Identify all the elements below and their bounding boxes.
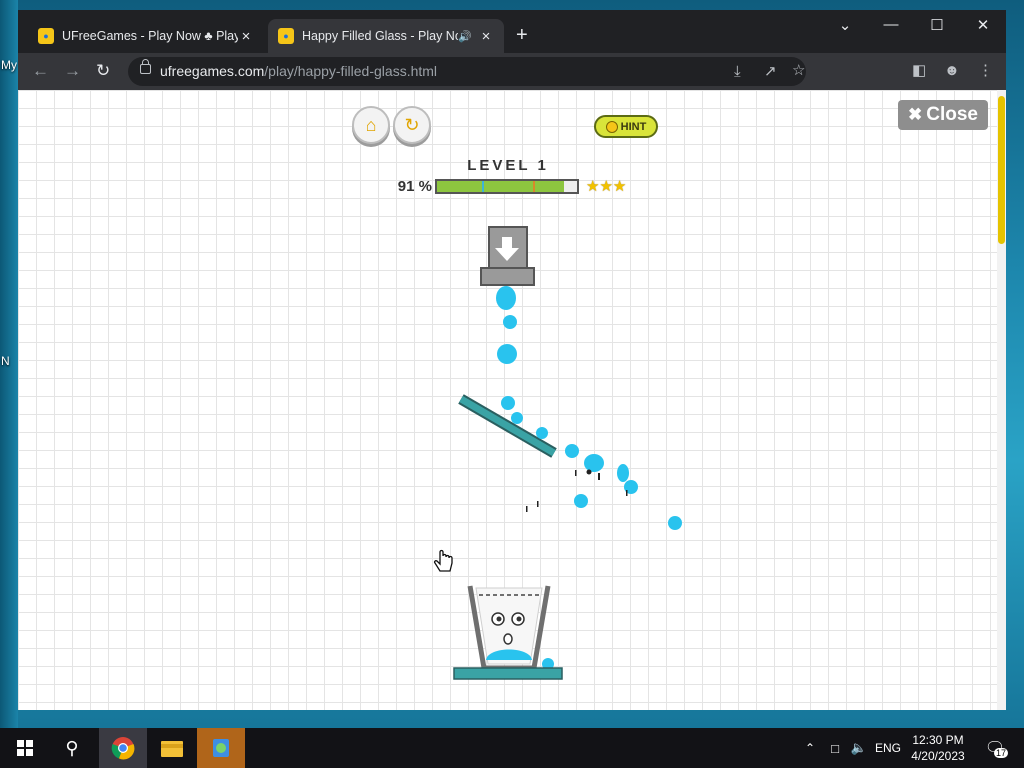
close-label: Close <box>926 104 978 125</box>
hand-cursor-icon <box>433 549 453 572</box>
app-taskbar-button[interactable] <box>197 728 245 768</box>
chrome-taskbar-button[interactable] <box>99 728 147 768</box>
language-indicator[interactable]: ENG <box>872 728 904 768</box>
new-tab-button[interactable]: + <box>516 25 528 45</box>
browser-toolbar: ← → ↻ ufreegames.com/play/happy-filled-g… <box>18 53 1006 90</box>
progress-percent: 91 % <box>397 178 432 195</box>
url-text: ufreegames.com/play/happy-filled-glass.h… <box>160 63 438 79</box>
install-app-icon[interactable]: ⤓ <box>734 63 741 81</box>
glass-platform <box>453 667 563 680</box>
folder-icon <box>161 741 183 757</box>
share-icon[interactable]: ↗ <box>764 63 777 81</box>
app-icon <box>213 739 229 757</box>
water-progress-bar <box>435 179 579 194</box>
file-explorer-button[interactable] <box>149 728 195 768</box>
page-scrollbar[interactable] <box>997 90 1006 710</box>
clock-date: 4/20/2023 <box>911 749 965 763</box>
home-icon: ⌂ <box>365 114 377 135</box>
tab-title: UFreeGames - Play Now ♣ Play <box>62 29 238 43</box>
game-canvas[interactable]: ⌂ ↻ HINT LEVEL 1 91 % ★★★ ✖ Close <box>18 90 1006 710</box>
close-icon: ✖ <box>908 105 923 124</box>
reload-icon[interactable]: ↻ <box>96 61 110 81</box>
close-game-button[interactable]: ✖ Close <box>898 100 988 130</box>
maximize-button[interactable]: ☐ <box>922 16 952 34</box>
notification-count: 17 <box>994 748 1009 758</box>
scrollbar-thumb[interactable] <box>998 96 1005 244</box>
tab-search-chevron-icon[interactable]: ⌄ <box>830 16 860 34</box>
desktop-icon-label: N <box>1 354 10 368</box>
water-progress-fill <box>437 181 565 192</box>
clock[interactable]: 12:30 PM 4/20/2023 <box>910 732 966 764</box>
tab-strip: ● UFreeGames - Play Now ♣ Play × ● Happy… <box>18 10 1006 53</box>
profile-icon[interactable]: ☻ <box>944 62 960 80</box>
back-arrow-icon[interactable]: ← <box>32 61 49 81</box>
bookmark-star-icon[interactable]: ☆ <box>792 62 805 80</box>
speaker-icon[interactable]: 🔊 <box>458 30 472 43</box>
star-rating: ★★★ <box>586 178 627 195</box>
forward-arrow-icon[interactable]: → <box>64 61 81 81</box>
star-threshold-marker <box>533 181 535 192</box>
notification-center-button[interactable]: 🗨 17 <box>980 728 1010 768</box>
clock-time: 12:30 PM <box>912 733 964 747</box>
chrome-icon <box>111 737 135 760</box>
tab-ufreegames[interactable]: ● UFreeGames - Play Now ♣ Play × <box>28 19 264 53</box>
minimize-button[interactable]: — <box>876 16 906 33</box>
search-icon[interactable]: ⚲ <box>54 728 90 768</box>
water-dispenser <box>480 226 535 286</box>
start-button[interactable] <box>8 728 42 768</box>
windows-logo-icon <box>17 740 33 756</box>
desktop-icon-label: My <box>1 58 17 72</box>
volume-icon[interactable]: 🔈 <box>848 728 870 768</box>
close-window-button[interactable]: ✕ <box>968 16 998 34</box>
lightbulb-icon <box>605 120 618 133</box>
close-tab-icon[interactable]: × <box>478 28 494 45</box>
browser-window: ● UFreeGames - Play Now ♣ Play × ● Happy… <box>18 10 1006 710</box>
hint-button[interactable]: HINT <box>594 115 658 138</box>
level-title: LEVEL 1 <box>467 157 549 174</box>
star-threshold-marker <box>482 181 484 192</box>
ufreegames-favicon-icon: ● <box>278 28 294 44</box>
glass <box>467 585 551 671</box>
tab-title: Happy Filled Glass - Play Now <box>302 29 459 43</box>
lock-icon <box>140 59 151 74</box>
hint-label: HINT <box>620 120 647 133</box>
home-button[interactable]: ⌂ <box>352 106 390 144</box>
tab-happy-filled-glass[interactable]: ● Happy Filled Glass - Play Now 🔊 × <box>268 19 504 53</box>
side-panel-icon[interactable]: ◧ <box>912 62 926 80</box>
restart-icon: ↻ <box>404 114 420 135</box>
close-tab-icon[interactable]: × <box>238 28 254 45</box>
restart-button[interactable]: ↻ <box>393 106 431 144</box>
taskbar: ⚲ ⌃ □ 🔈 ENG 12:30 PM 4/20/2023 🗨 17 <box>0 728 1024 768</box>
network-icon[interactable]: □ <box>824 728 846 768</box>
ufreegames-favicon-icon: ● <box>38 28 54 44</box>
menu-kebab-icon[interactable]: ⋮ <box>978 62 993 80</box>
show-hidden-icons-chevron-icon[interactable]: ⌃ <box>800 728 820 768</box>
address-bar[interactable]: ufreegames.com/play/happy-filled-glass.h… <box>128 57 806 86</box>
